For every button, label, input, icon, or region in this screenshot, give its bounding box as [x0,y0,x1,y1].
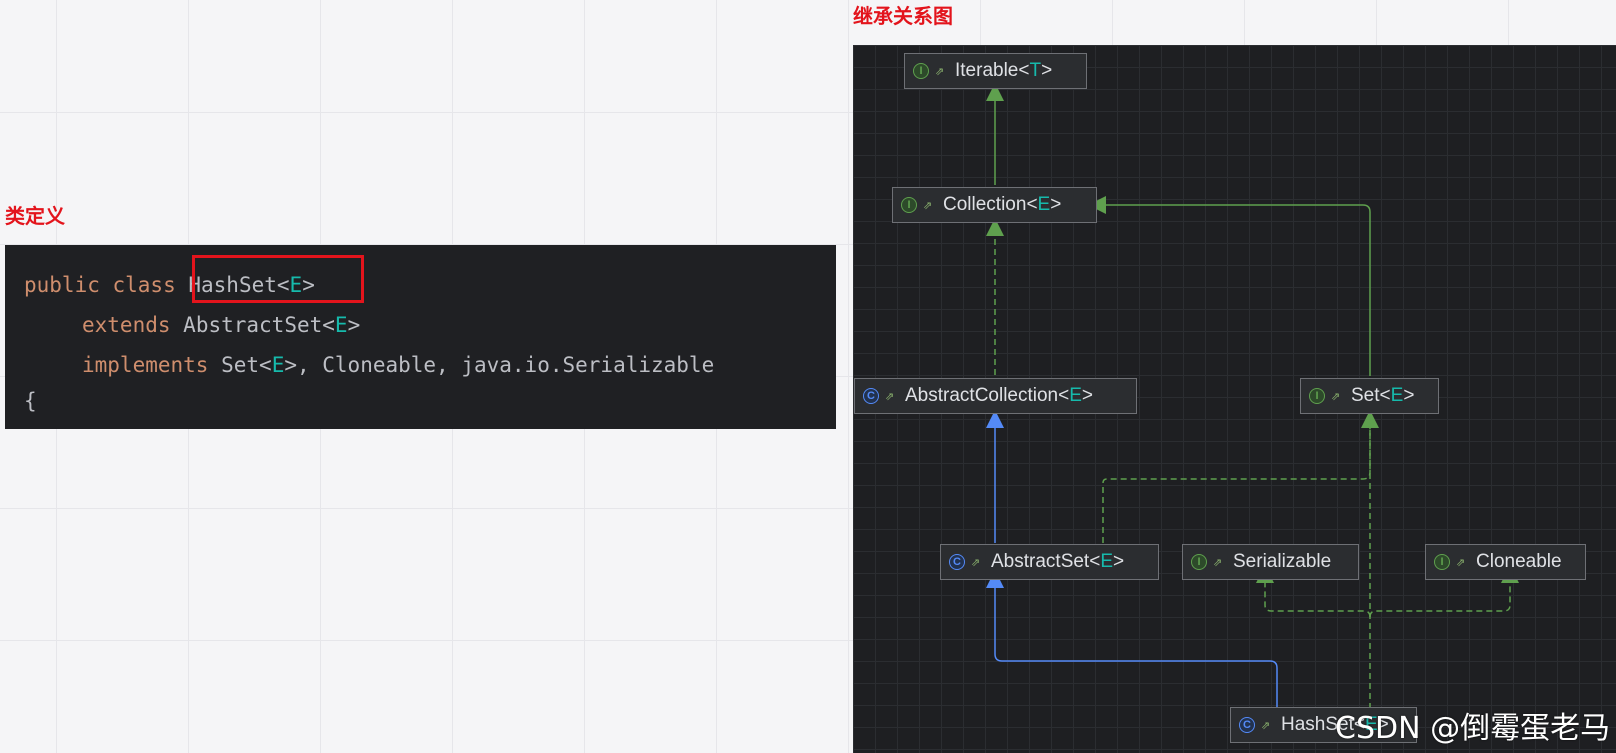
link-icon: ⇗ [1261,719,1271,732]
node-type-param: T [1029,60,1042,81]
node-set[interactable]: I ⇗ Set < E > [1300,378,1439,414]
code-interfaces: >, Cloneable, java.io.Serializable [284,353,715,377]
node-name: Iterable [955,60,1019,81]
edge-hashset-serializable [1256,565,1371,618]
node-type-param: E [1069,385,1082,406]
node-abstract-collection[interactable]: C ⇗ AbstractCollection < E > [854,378,1137,414]
code-type-param: E [334,313,348,337]
edge-abstractset-set [1102,410,1379,543]
node-name: AbstractSet [991,551,1090,572]
csdn-watermark: CSDN @倒霉蛋老马 [1335,711,1611,746]
node-name: Set [1351,385,1380,406]
interface-icon: I [1309,388,1325,404]
code-line-4: { [24,389,37,413]
node-type-param: E [1390,385,1404,406]
link-icon: ⇗ [935,65,945,78]
code-keyword: public class [24,273,176,297]
class-icon: C [949,554,965,570]
node-serializable[interactable]: I ⇗ Serializable [1182,544,1359,580]
node-name: Serializable [1233,551,1332,572]
interface-icon: I [901,197,917,213]
interface-icon: I [1191,554,1207,570]
code-line-3: implements Set<E>, Cloneable, java.io.Se… [82,352,714,378]
code-class-name: AbstractSet [183,313,323,337]
link-icon: ⇗ [885,390,895,403]
hashset-highlight-box [192,255,364,303]
inheritance-diagram-label: 继承关系图 [853,4,953,28]
class-icon: C [1239,717,1255,733]
node-type-param: E [1037,194,1051,215]
link-icon: ⇗ [1331,390,1341,403]
code-panel: public class HashSet<E> extends Abstract… [5,245,836,429]
link-icon: ⇗ [971,556,981,569]
interface-icon: I [913,63,929,79]
code-type-param: E [271,353,285,377]
link-icon: ⇗ [1213,556,1223,569]
class-icon: C [863,388,879,404]
link-icon: ⇗ [1456,556,1466,569]
code-angle-close: > [347,313,361,337]
edge-set-collection [1088,196,1371,376]
node-iterable[interactable]: I ⇗ Iterable < T > [904,53,1087,89]
code-angle-open: < [259,353,272,377]
code-class-name: Set [221,353,260,377]
code-keyword: extends [82,313,171,337]
node-name: Collection [943,194,1027,215]
node-name: AbstractCollection [905,385,1059,406]
code-keyword: implements [82,353,209,377]
edge-hashset-abstractset [986,570,1278,709]
node-abstract-set[interactable]: C ⇗ AbstractSet < E > [940,544,1159,580]
interface-icon: I [1434,554,1450,570]
node-collection[interactable]: I ⇗ Collection < E > [892,187,1097,223]
node-name: Cloneable [1476,551,1562,572]
class-definition-label: 类定义 [5,204,65,228]
code-line-2: extends AbstractSet<E> [82,312,360,338]
node-type-param: E [1100,551,1114,572]
inheritance-diagram: I ⇗ Iterable < T > I ⇗ Collection < E > C ⇗ Ab… [853,45,1616,753]
link-icon: ⇗ [923,199,933,212]
code-angle-open: < [322,313,335,337]
edge-hashset-cloneable [1369,565,1519,618]
node-cloneable[interactable]: I ⇗ Cloneable [1425,544,1586,580]
